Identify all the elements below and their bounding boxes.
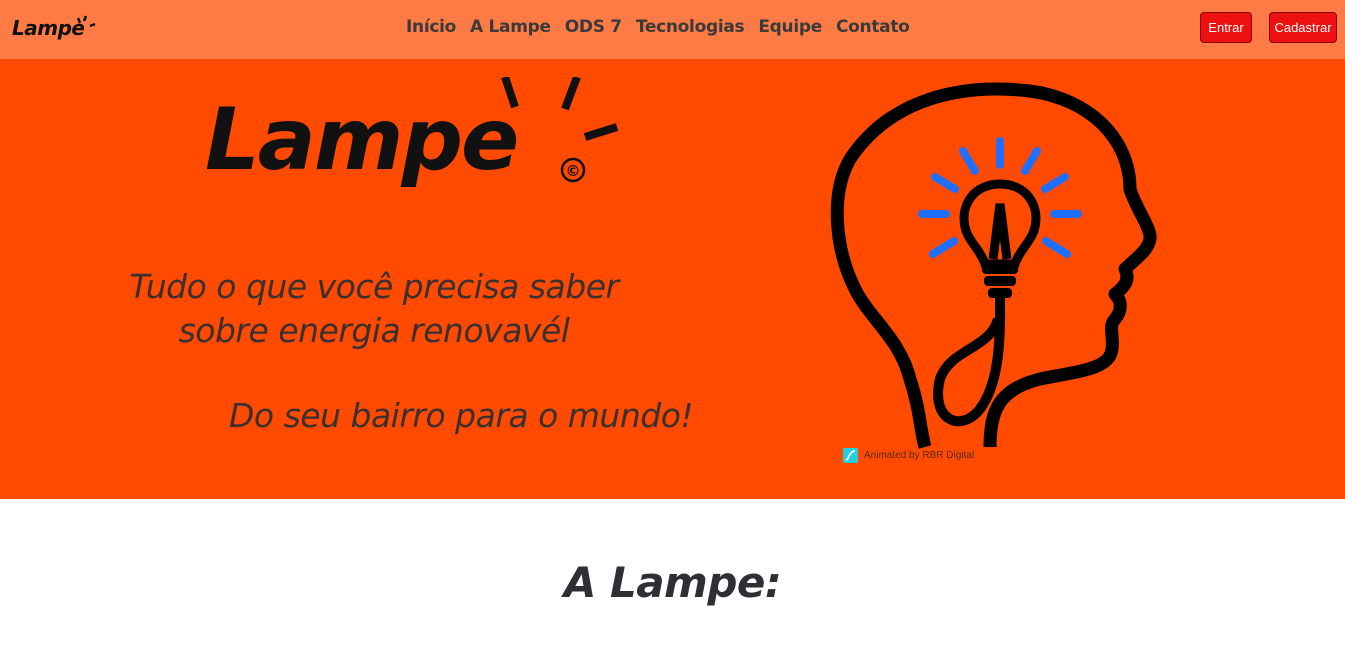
hero-banner: Lampe © Tudo o que você precisa saber so… (0, 59, 1345, 499)
section-title: A Lampe: (563, 558, 782, 607)
nav-link-inicio[interactable]: Início (406, 17, 456, 43)
credit-text: Animated by RBR Digital (864, 449, 975, 461)
hero-logo: Lampe © (205, 77, 625, 217)
animation-credit[interactable]: Animated by RBR Digital (843, 447, 974, 463)
tagline-line-1: Tudo o que você precisa saber (129, 267, 619, 306)
navbar: Lampe Início A Lampe ODS 7 Tecnologias E… (0, 0, 1345, 59)
copyright-mark: © (566, 162, 581, 180)
nav-link-a-lampe[interactable]: A Lampe (470, 17, 551, 43)
login-button[interactable]: Entrar (1200, 12, 1252, 43)
lamp-rays-icon (76, 15, 96, 28)
nav-link-ods7[interactable]: ODS 7 (565, 17, 622, 43)
nav-links: Início A Lampe ODS 7 Tecnologias Equipe … (406, 17, 924, 43)
hero-tagline: Tudo o que você precisa saber sobre ener… (100, 265, 648, 353)
lottie-icon (843, 447, 858, 463)
signup-button[interactable]: Cadastrar (1269, 12, 1337, 43)
brand-logo[interactable]: Lampe (12, 12, 102, 44)
nav-link-tecnologias[interactable]: Tecnologias (636, 17, 745, 43)
tagline-line-2: sobre energia renovavél (178, 311, 570, 350)
nav-link-contato[interactable]: Contato (836, 17, 910, 43)
head-with-lightbulb-icon (830, 82, 1157, 449)
lamp-rays-icon: © (501, 77, 619, 183)
nav-link-equipe[interactable]: Equipe (758, 17, 822, 43)
hero-slogan: Do seu bairro para o mundo! (229, 396, 694, 435)
